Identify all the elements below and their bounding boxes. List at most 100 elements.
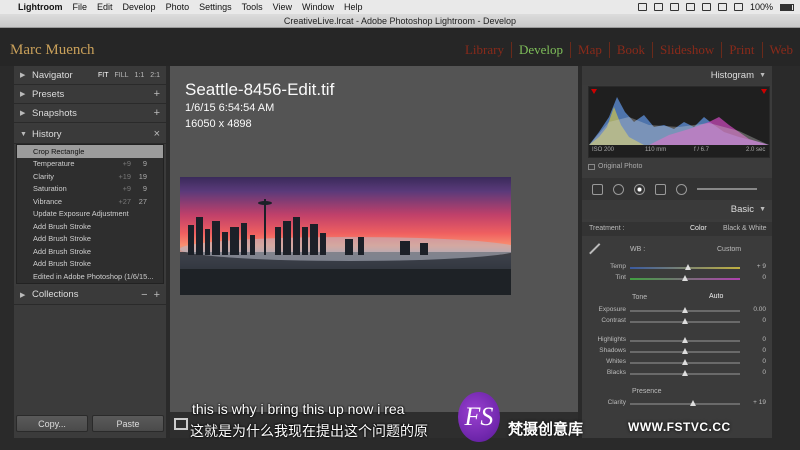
display-icon[interactable] [685,3,695,11]
navigator-header[interactable]: ▶ Navigator FIT FILL 1:1 2:1 [14,66,166,85]
right-panel-edge[interactable] [772,66,800,438]
menu-window[interactable]: Window [302,2,334,12]
highlights-slider[interactable]: Highlights 0 [582,336,772,346]
basic-header[interactable]: Basic ▼ [582,200,772,219]
wb-value[interactable]: Custom [717,246,741,253]
slider-knob[interactable] [682,307,688,313]
slider-knob[interactable] [682,370,688,376]
dropbox-icon[interactable] [669,3,679,11]
module-print[interactable]: Print [722,42,763,58]
zoom-fit[interactable]: FIT [98,72,109,79]
history-item[interactable]: Add Brush Stroke [17,245,163,258]
copy-button[interactable]: Copy... [16,415,88,432]
module-library[interactable]: Library [458,42,512,58]
add-preset-icon[interactable]: + [154,88,160,100]
slider-knob[interactable] [682,275,688,281]
red-eye-icon[interactable] [634,183,645,195]
exposure-value[interactable]: 0.00 [753,306,766,313]
loupe-view-icon[interactable] [174,418,188,430]
history-item[interactable]: Add Brush Stroke [17,258,163,271]
original-photo-toggle[interactable]: Original Photo [588,163,642,170]
history-item[interactable]: Vibrance +27 27 [17,195,163,208]
module-book[interactable]: Book [610,42,654,58]
histogram[interactable] [588,86,770,158]
history-item[interactable]: Temperature +9 9 [17,158,163,171]
highlights-value[interactable]: 0 [762,336,766,343]
histogram-header[interactable]: Histogram ▼ [582,66,772,85]
snapshots-header[interactable]: ▶ Snapshots + [14,104,166,123]
zoom-2-1[interactable]: 2:1 [150,72,160,79]
slider-knob[interactable] [685,264,691,270]
auto-button[interactable]: Auto [709,293,723,300]
presets-header[interactable]: ▶ Presets + [14,85,166,104]
zoom-1-1[interactable]: 1:1 [135,72,145,79]
slider-knob[interactable] [682,318,688,324]
adjustment-brush-icon[interactable] [697,188,757,190]
menu-file[interactable]: File [73,2,88,12]
menu-photo[interactable]: Photo [166,2,190,12]
treatment-color[interactable]: Color [690,225,707,232]
crop-tool-icon[interactable] [592,183,603,195]
bluetooth-icon[interactable] [701,3,711,11]
photo-preview[interactable] [180,177,520,295]
menu-edit[interactable]: Edit [97,2,113,12]
clarity-slider[interactable]: Clarity + 19 [582,399,772,409]
history-item[interactable]: Clarity +19 19 [17,170,163,183]
history-item[interactable]: Saturation +9 9 [17,183,163,196]
eyedropper-icon[interactable] [589,243,609,263]
history-item[interactable]: Crop Rectangle [17,145,163,158]
temp-value[interactable]: + 9 [757,263,766,270]
clear-history-icon[interactable]: × [154,128,160,140]
paste-button[interactable]: Paste [92,415,164,432]
volume-icon[interactable] [733,3,743,11]
history-item[interactable]: Add Brush Stroke [17,233,163,246]
tint-value[interactable]: 0 [762,274,766,281]
menu-develop[interactable]: Develop [123,2,156,12]
slider-knob[interactable] [682,359,688,365]
menu-view[interactable]: View [273,2,292,12]
clarity-value[interactable]: + 19 [753,399,766,406]
slider-knob[interactable] [682,348,688,354]
module-develop[interactable]: Develop [512,42,572,58]
menu-tools[interactable]: Tools [242,2,263,12]
spot-removal-icon[interactable] [613,183,624,195]
whites-slider[interactable]: Whites 0 [582,358,772,368]
whites-value[interactable]: 0 [762,358,766,365]
tint-slider[interactable]: Tint 0 [582,274,772,284]
slider-knob[interactable] [682,337,688,343]
radial-filter-icon[interactable] [676,183,687,195]
slider-knob[interactable] [690,400,696,406]
wifi-icon[interactable] [717,3,727,11]
battery-icon[interactable] [780,3,794,11]
left-panel-edge[interactable] [0,66,14,438]
history-header[interactable]: ▼ History × [14,125,166,144]
status-icon[interactable] [637,3,647,11]
menu-help[interactable]: Help [344,2,363,12]
graduated-filter-icon[interactable] [655,183,666,195]
module-slideshow[interactable]: Slideshow [653,42,723,58]
image-canvas[interactable]: Seattle-8456-Edit.tif 1/6/15 6:54:54 AM … [170,66,578,438]
history-item[interactable]: Update Exposure Adjustment [17,208,163,221]
history-item[interactable]: Edited in Adobe Photoshop (1/6/15... [17,270,163,283]
module-web[interactable]: Web [763,42,800,58]
shadows-slider[interactable]: Shadows 0 [582,347,772,357]
temp-slider[interactable]: Temp + 9 [582,263,772,273]
checkbox-icon[interactable] [588,163,595,170]
menu-app-name[interactable]: Lightroom [18,2,63,12]
exposure-slider[interactable]: Exposure 0.00 [582,306,772,316]
shadows-value[interactable]: 0 [762,347,766,354]
module-map[interactable]: Map [571,42,610,58]
collections-header[interactable]: ▶ Collections − + [14,285,166,305]
add-snapshot-icon[interactable]: + [154,107,160,119]
blacks-slider[interactable]: Blacks 0 [582,369,772,379]
contrast-slider[interactable]: Contrast 0 [582,317,772,327]
collapse-icon[interactable]: − [141,289,147,301]
contrast-value[interactable]: 0 [762,317,766,324]
add-collection-icon[interactable]: + [154,289,160,301]
blacks-value[interactable]: 0 [762,369,766,376]
menu-settings[interactable]: Settings [199,2,232,12]
status-icon[interactable] [653,3,663,11]
zoom-fill[interactable]: FILL [115,72,129,79]
treatment-bw[interactable]: Black & White [723,225,767,232]
history-item[interactable]: Add Brush Stroke [17,220,163,233]
